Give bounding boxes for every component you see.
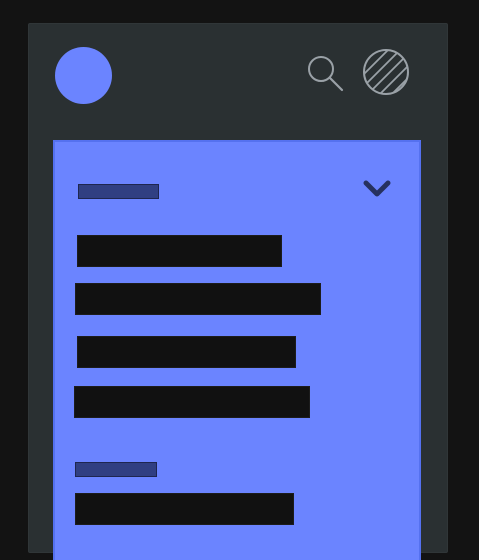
- search-button[interactable]: [304, 53, 346, 95]
- menu-item[interactable]: [74, 386, 310, 418]
- menu-panel: [53, 140, 421, 560]
- app-window: [28, 23, 448, 560]
- profile-icon: [363, 49, 409, 95]
- section-title: [78, 184, 159, 199]
- menu-item[interactable]: [75, 283, 321, 315]
- chevron-down-icon[interactable]: [361, 178, 393, 202]
- search-icon: [308, 56, 344, 92]
- menu-item[interactable]: [75, 493, 294, 525]
- chevron-icon: [363, 180, 391, 197]
- top-header: [28, 23, 448, 139]
- menu-item[interactable]: [77, 235, 282, 267]
- menu-item[interactable]: [77, 336, 296, 368]
- section-title: [75, 462, 157, 477]
- avatar: [55, 47, 112, 104]
- profile-button[interactable]: [362, 48, 410, 96]
